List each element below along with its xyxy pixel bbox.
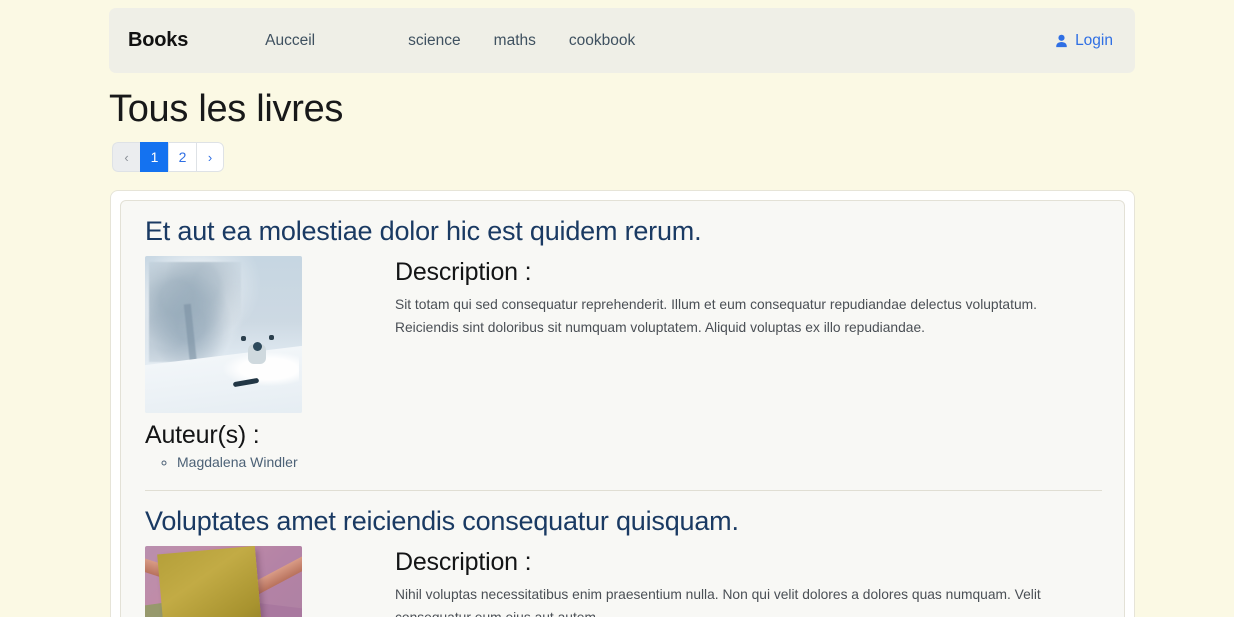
book-cover-column [145,546,395,617]
user-icon [1054,33,1069,49]
books-outer-card: Et aut ea molestiae dolor hic est quidem… [110,190,1135,617]
book-cover-image [145,256,302,414]
book-body: Description : Nihil voluptas necessitati… [145,546,1102,617]
login-link[interactable]: Login [1054,32,1113,50]
author-item[interactable]: Magdalena Windler [177,452,1102,474]
description-text: Nihil voluptas necessitatibus enim praes… [395,587,1041,617]
cover-arm-left [241,336,246,342]
nav-link-maths[interactable]: maths [494,32,536,50]
cover-gold-square [157,546,263,617]
nav-link-science[interactable]: science [408,32,461,50]
book-item: Voluptates amet reiciendis consequatur q… [145,490,1102,617]
book-description-column: Description : Nihil voluptas necessitati… [395,546,1102,617]
page-root: Books Aucceil science maths cookbook Log… [0,0,1234,617]
book-body: Description : Sit totam qui sed consequa… [145,256,1102,414]
books-list: Et aut ea molestiae dolor hic est quidem… [120,200,1125,617]
pagination-prev[interactable]: ‹ [112,142,140,172]
book-item: Et aut ea molestiae dolor hic est quidem… [145,215,1102,482]
login-label: Login [1075,31,1113,49]
authors-list: Magdalena Windler [145,452,1102,474]
book-description-column: Description : Sit totam qui sed consequa… [395,256,1102,339]
cover-arm-right [269,335,274,341]
book-cover-image [145,546,302,617]
pagination-page-2[interactable]: 2 [168,142,196,172]
nav-link-accueil[interactable]: Aucceil [265,32,315,50]
book-cover-column [145,256,395,414]
nav-links: Aucceil science maths cookbook [265,32,635,50]
site-brand[interactable]: Books [128,29,188,52]
nav-link-cookbook[interactable]: cookbook [569,32,635,50]
description-text: Sit totam qui sed consequatur reprehende… [395,297,1037,335]
pagination-page-1[interactable]: 1 [140,142,168,172]
description-heading: Description : [395,258,532,287]
page-title: Tous les livres [109,88,344,130]
authors-heading: Auteur(s) : [145,421,260,450]
pagination: ‹ 1 2 › [112,142,224,172]
book-title[interactable]: Et aut ea molestiae dolor hic est quidem… [145,215,1102,247]
book-title[interactable]: Voluptates amet reiciendis consequatur q… [145,505,1102,537]
pagination-next[interactable]: › [196,142,224,172]
main-navbar: Books Aucceil science maths cookbook Log… [109,8,1135,73]
description-heading: Description : [395,548,532,577]
